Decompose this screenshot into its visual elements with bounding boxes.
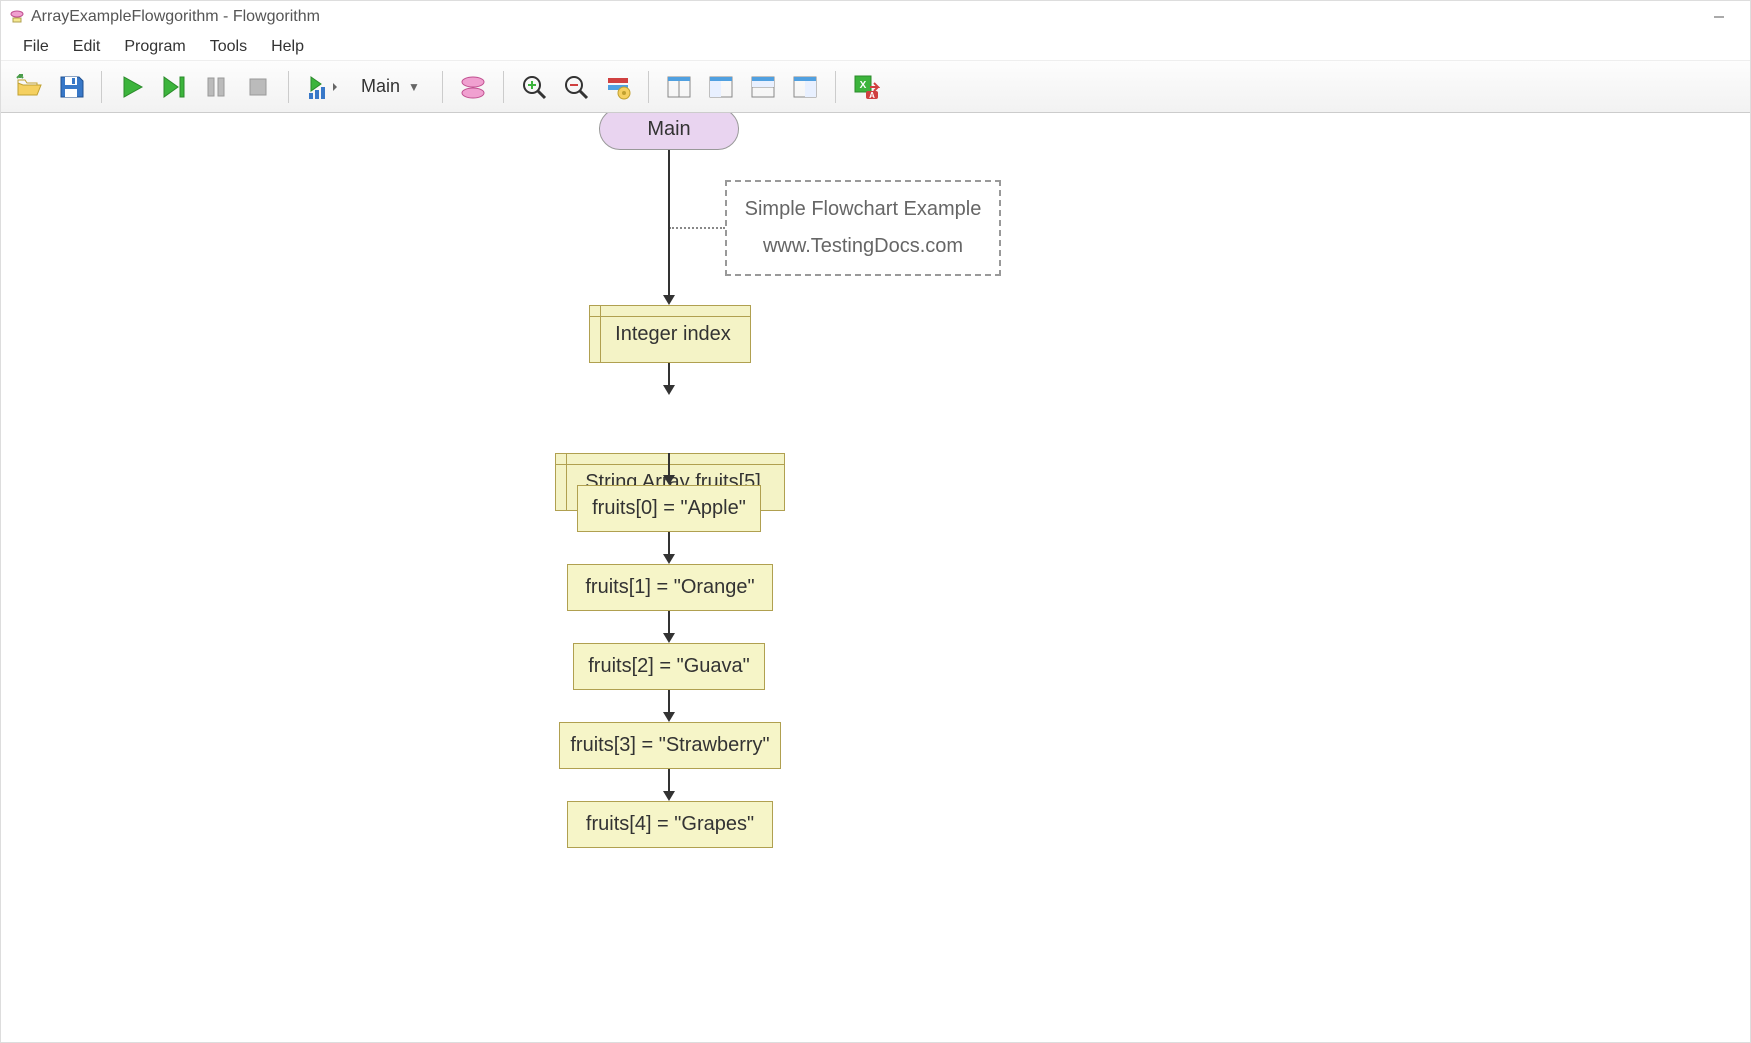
- arrow-head-icon: [663, 475, 675, 485]
- arrow-head-icon: [663, 554, 675, 564]
- flowchart-assign-0[interactable]: fruits[0] = "Apple": [577, 485, 761, 532]
- arrow-head-icon: [663, 712, 675, 722]
- layout-2-button[interactable]: [703, 69, 739, 105]
- assign-label: fruits[1] = "Orange": [585, 576, 754, 599]
- arrow-head-icon: [663, 633, 675, 643]
- layout-1-button[interactable]: [661, 69, 697, 105]
- pause-button[interactable]: [198, 69, 234, 105]
- arrow: [668, 363, 670, 385]
- comment-line2: www.TestingDocs.com: [763, 235, 963, 258]
- arrow: [668, 453, 670, 475]
- toolbar-separator: [648, 71, 649, 103]
- flowchart-assign-4[interactable]: fruits[4] = "Grapes": [567, 801, 773, 848]
- zoom-in-button[interactable]: [516, 69, 552, 105]
- comment-line1: Simple Flowchart Example: [745, 198, 982, 221]
- chevron-down-icon: ▼: [408, 80, 420, 94]
- flowchart-canvas[interactable]: Main Simple Flowchart Example www.Testin…: [1, 113, 1750, 1042]
- arrow: [668, 690, 670, 712]
- arrow-head-icon: [663, 385, 675, 395]
- assign-label: fruits[4] = "Grapes": [586, 813, 754, 836]
- layout-settings-button[interactable]: [600, 69, 636, 105]
- arrow: [668, 769, 670, 791]
- declare-label: Integer index: [609, 323, 731, 346]
- speed-button[interactable]: [301, 69, 345, 105]
- run-button[interactable]: [114, 69, 150, 105]
- app-window: ArrayExampleFlowgorithm - Flowgorithm Fi…: [0, 0, 1751, 1043]
- assign-label: fruits[3] = "Strawberry": [570, 734, 769, 757]
- flowchart-declare-index[interactable]: Integer index: [589, 305, 751, 363]
- save-button[interactable]: [53, 69, 89, 105]
- comment-connector: [669, 227, 725, 229]
- toolbar-separator: [503, 71, 504, 103]
- menu-help[interactable]: Help: [259, 34, 316, 60]
- app-icon: [9, 9, 25, 25]
- titlebar: ArrayExampleFlowgorithm - Flowgorithm: [1, 1, 1750, 33]
- flowchart-assign-1[interactable]: fruits[1] = "Orange": [567, 564, 773, 611]
- minimize-button[interactable]: [1696, 1, 1742, 33]
- stop-button[interactable]: [240, 69, 276, 105]
- menu-tools[interactable]: Tools: [198, 34, 259, 60]
- menu-program[interactable]: Program: [112, 34, 197, 60]
- svg-text:A: A: [869, 91, 875, 100]
- arrow: [668, 611, 670, 633]
- shapes-button[interactable]: [455, 69, 491, 105]
- toolbar-separator: [101, 71, 102, 103]
- flowchart-main-terminal[interactable]: Main: [599, 113, 739, 150]
- arrow: [668, 532, 670, 554]
- function-name: Main: [361, 76, 400, 97]
- toolbar-separator: [442, 71, 443, 103]
- export-button[interactable]: X A: [848, 69, 884, 105]
- flowchart-assign-2[interactable]: fruits[2] = "Guava": [573, 643, 765, 690]
- menu-edit[interactable]: Edit: [61, 34, 113, 60]
- arrow: [668, 150, 670, 295]
- step-button[interactable]: [156, 69, 192, 105]
- assign-label: fruits[2] = "Guava": [588, 655, 750, 678]
- open-button[interactable]: [11, 69, 47, 105]
- layout-4-button[interactable]: [787, 69, 823, 105]
- arrow-head-icon: [663, 791, 675, 801]
- flowchart-comment[interactable]: Simple Flowchart Example www.TestingDocs…: [725, 180, 1001, 276]
- menubar: File Edit Program Tools Help: [1, 33, 1750, 61]
- window-title: ArrayExampleFlowgorithm - Flowgorithm: [31, 8, 320, 26]
- toolbar: Main ▼: [1, 61, 1750, 113]
- terminal-label: Main: [647, 118, 690, 141]
- function-selector[interactable]: Main ▼: [351, 72, 430, 101]
- flowchart-assign-3[interactable]: fruits[3] = "Strawberry": [559, 722, 781, 769]
- toolbar-separator: [835, 71, 836, 103]
- svg-text:X: X: [860, 80, 867, 91]
- zoom-out-button[interactable]: [558, 69, 594, 105]
- toolbar-separator: [288, 71, 289, 103]
- assign-label: fruits[0] = "Apple": [592, 497, 746, 520]
- menu-file[interactable]: File: [11, 34, 61, 60]
- layout-3-button[interactable]: [745, 69, 781, 105]
- arrow-head-icon: [663, 295, 675, 305]
